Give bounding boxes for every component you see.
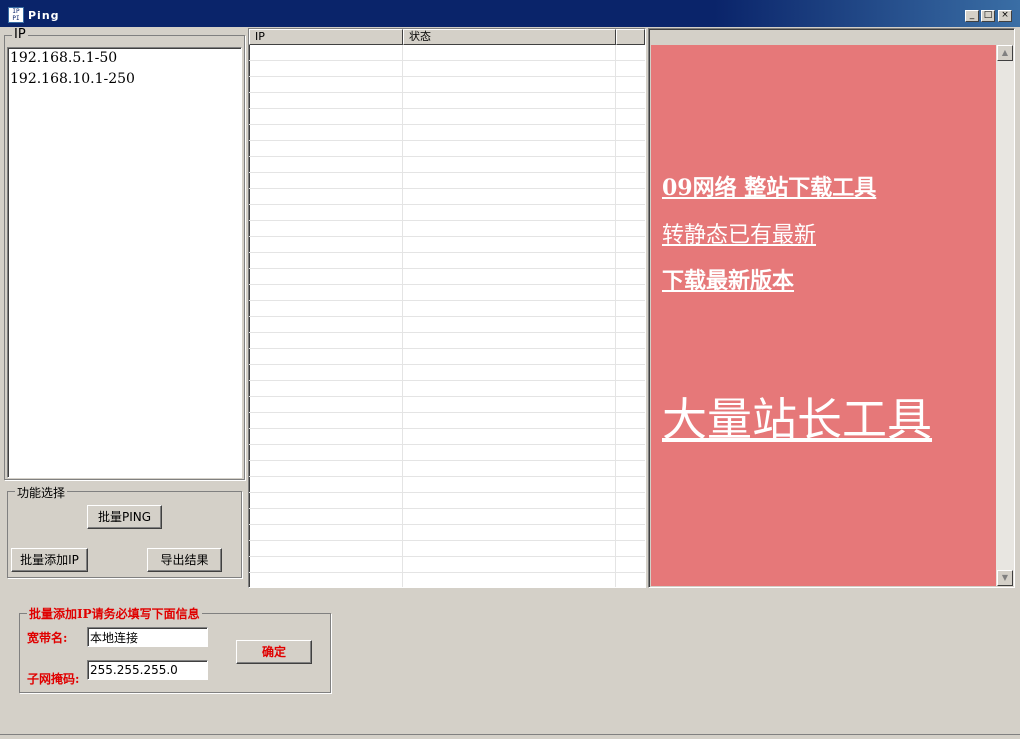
title-bar[interactable]: IP PI Ping _ □ × bbox=[0, 0, 1020, 27]
ad-link-site-downloader[interactable]: 09网络 整站下载工具 bbox=[662, 170, 876, 202]
table-row[interactable] bbox=[249, 461, 645, 477]
ip-group-legend: IP bbox=[12, 27, 28, 42]
table-row[interactable] bbox=[249, 173, 645, 189]
export-results-button[interactable]: 导出结果 bbox=[147, 548, 222, 572]
table-row[interactable] bbox=[249, 573, 645, 587]
broadband-label: 宽带名: bbox=[27, 631, 68, 645]
results-list[interactable]: IP 状态 bbox=[248, 28, 646, 588]
batch-ping-button[interactable]: 批量PING bbox=[87, 505, 162, 529]
table-row[interactable] bbox=[249, 477, 645, 493]
ad-banner: 09网络 整站下载工具 转静态已有最新 下载最新版本 大量站长工具 bbox=[651, 45, 996, 586]
app-icon: IP PI bbox=[8, 7, 24, 23]
table-row[interactable] bbox=[249, 493, 645, 509]
table-row[interactable] bbox=[249, 557, 645, 573]
table-row[interactable] bbox=[249, 365, 645, 381]
status-strip bbox=[0, 734, 1020, 739]
window-title: Ping bbox=[28, 9, 60, 22]
ad-link-static[interactable]: 转静态已有最新 bbox=[662, 217, 816, 249]
scroll-down-icon[interactable]: ▼ bbox=[997, 570, 1013, 586]
table-row[interactable] bbox=[249, 109, 645, 125]
web-panel: 09网络 整站下载工具 转静态已有最新 下载最新版本 大量站长工具 ▲ ▼ bbox=[648, 28, 1015, 588]
column-divider bbox=[615, 45, 616, 587]
table-row[interactable] bbox=[249, 77, 645, 93]
table-row[interactable] bbox=[249, 381, 645, 397]
table-row[interactable] bbox=[249, 397, 645, 413]
batch-add-ip-button[interactable]: 批量添加IP bbox=[11, 548, 88, 572]
ip-line: 192.168.5.1-50 bbox=[10, 50, 118, 66]
scroll-up-icon[interactable]: ▲ bbox=[997, 45, 1013, 61]
column-divider bbox=[402, 45, 403, 587]
table-row[interactable] bbox=[249, 429, 645, 445]
table-row[interactable] bbox=[249, 125, 645, 141]
table-row[interactable] bbox=[249, 157, 645, 173]
maximize-button[interactable]: □ bbox=[981, 10, 995, 22]
table-row[interactable] bbox=[249, 61, 645, 77]
batch-add-legend: 批量添加IP请务必填写下面信息 bbox=[27, 605, 202, 622]
table-row[interactable] bbox=[249, 253, 645, 269]
table-row[interactable] bbox=[249, 45, 645, 61]
table-row[interactable] bbox=[249, 301, 645, 317]
table-row[interactable] bbox=[249, 525, 645, 541]
table-row[interactable] bbox=[249, 221, 645, 237]
table-row[interactable] bbox=[249, 285, 645, 301]
table-row[interactable] bbox=[249, 413, 645, 429]
table-row[interactable] bbox=[249, 541, 645, 557]
column-header-ip[interactable]: IP bbox=[249, 29, 403, 45]
function-group-legend: 功能选择 bbox=[15, 484, 68, 501]
table-row[interactable] bbox=[249, 93, 645, 109]
subnet-label: 子网掩码: bbox=[27, 672, 80, 686]
broadband-name-input[interactable] bbox=[87, 627, 208, 647]
table-row[interactable] bbox=[249, 509, 645, 525]
table-row[interactable] bbox=[249, 189, 645, 205]
ad-link-webmaster-tools[interactable]: 大量站长工具 bbox=[662, 383, 932, 448]
table-row[interactable] bbox=[249, 349, 645, 365]
table-row[interactable] bbox=[249, 269, 645, 285]
subnet-mask-input[interactable] bbox=[87, 660, 208, 680]
confirm-button[interactable]: 确定 bbox=[236, 640, 312, 664]
minimize-button[interactable]: _ bbox=[965, 10, 979, 22]
table-row[interactable] bbox=[249, 333, 645, 349]
column-header-status[interactable]: 状态 bbox=[403, 29, 616, 45]
table-row[interactable] bbox=[249, 317, 645, 333]
table-row[interactable] bbox=[249, 237, 645, 253]
table-row[interactable] bbox=[249, 141, 645, 157]
ad-link-download-latest[interactable]: 下载最新版本 bbox=[662, 263, 794, 295]
close-button[interactable]: × bbox=[998, 10, 1012, 22]
ip-line: 192.168.10.1-250 bbox=[10, 71, 135, 87]
table-row[interactable] bbox=[249, 445, 645, 461]
ip-input-textarea[interactable]: 192.168.5.1-50 192.168.10.1-250 bbox=[7, 47, 242, 478]
table-row[interactable] bbox=[249, 205, 645, 221]
vertical-scrollbar[interactable]: ▲ ▼ bbox=[996, 45, 1014, 586]
column-header-blank[interactable] bbox=[616, 29, 645, 45]
